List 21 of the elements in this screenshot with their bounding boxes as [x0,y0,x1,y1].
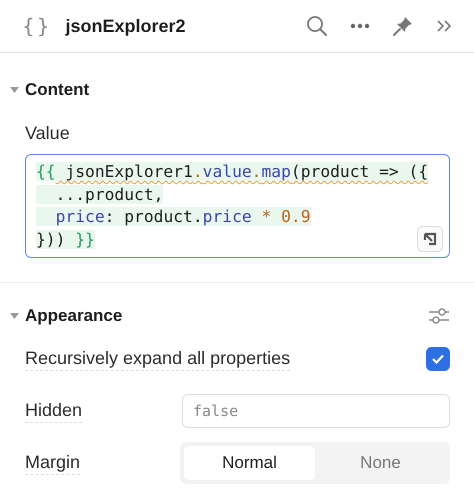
field-label: Margin [25,452,80,474]
field-label: Hidden [25,400,82,422]
sliders-icon[interactable] [428,306,450,326]
checkbox[interactable] [426,347,450,371]
disclosure-icon[interactable] [10,313,19,319]
code-editor[interactable]: {{ jsonExplorer1.value.map(product => ({ ...product, price: product.price * 0.9 })) }} [25,154,450,258]
disclosure-icon[interactable] [10,87,19,93]
search-icon[interactable] [306,15,328,37]
section-title[interactable]: Content [25,80,90,100]
field-label: Recursively expand all properties [25,348,290,370]
input-field[interactable]: false [182,394,450,428]
segment-option[interactable]: None [315,446,446,480]
section-title[interactable]: Appearance [25,306,122,326]
double-chevron-icon[interactable] [436,19,452,33]
expand-icon[interactable] [417,226,443,252]
panel-title: jsonExplorer2 [65,16,186,36]
more-icon[interactable] [350,23,370,29]
pin-icon[interactable] [392,15,414,37]
segment-option[interactable]: Normal [184,446,315,480]
braces-icon: {} [22,14,52,38]
field-label: Value [25,123,70,144]
